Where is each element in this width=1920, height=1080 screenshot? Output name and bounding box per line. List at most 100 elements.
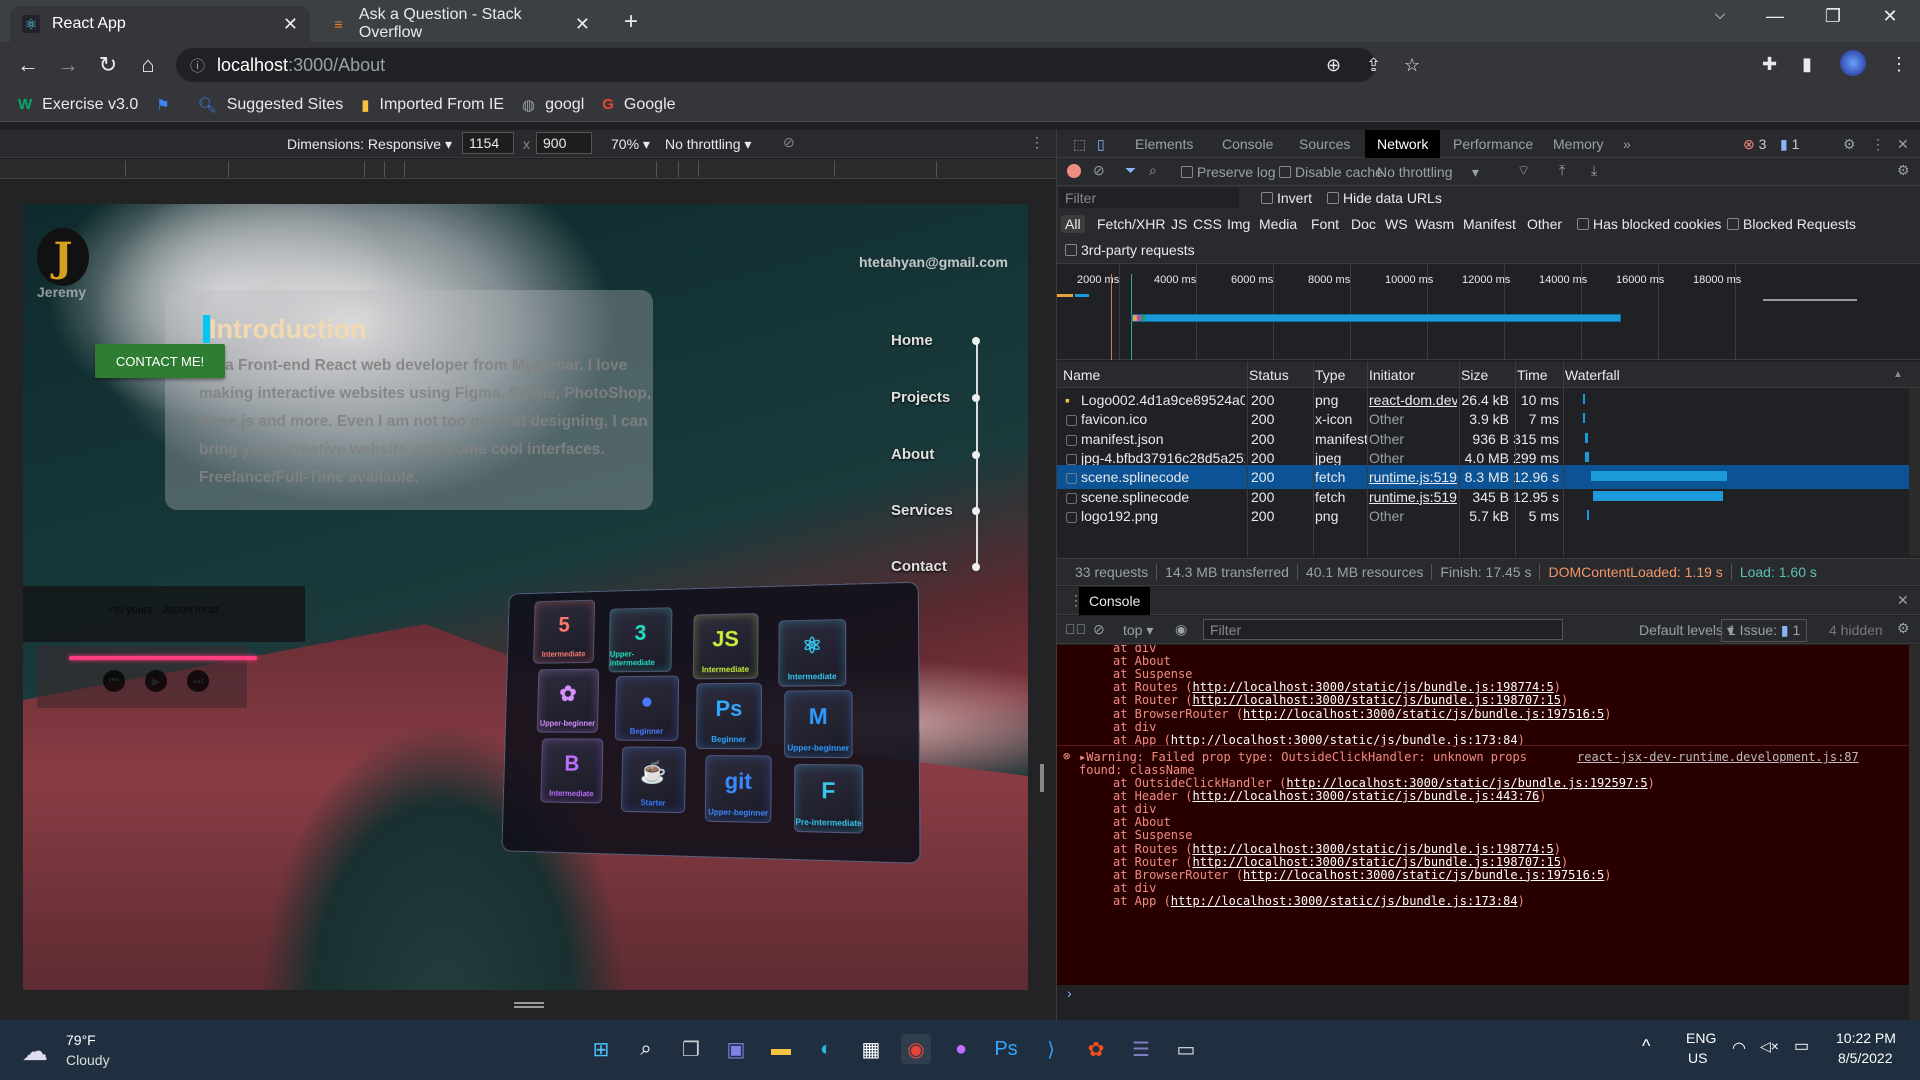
device-menu-icon[interactable]: ⋮ — [1030, 134, 1044, 151]
table-row[interactable]: ▢ logo192.png 200 png Other 5.7 kB 5 ms — [1057, 504, 1909, 528]
network-overview-timeline[interactable]: 2000 ms 4000 ms 6000 ms 8000 ms 10000 ms 1200… — [1057, 264, 1920, 360]
bookmark-star-icon[interactable]: ☆ — [1404, 55, 1420, 76]
skill-tile[interactable]: ☕ Starter — [620, 746, 686, 814]
invert-checkbox[interactable]: Invert — [1261, 190, 1312, 206]
profile-avatar[interactable] — [1840, 50, 1866, 76]
stack-frame-link[interactable]: http://localhost:3000/static/js/bundle.j… — [1192, 789, 1539, 803]
console-prompt[interactable]: › — [1057, 985, 1909, 1020]
chrome-taskbar-icon[interactable]: ◉ — [901, 1034, 931, 1064]
column-divider[interactable] — [1367, 362, 1368, 556]
figma-taskbar-icon[interactable]: ✿ — [1081, 1034, 1111, 1064]
bookmark-flag[interactable]: ⚑ — [156, 96, 179, 114]
skill-tile[interactable]: JS Intermediate — [692, 612, 759, 680]
col-type[interactable]: Type — [1315, 367, 1345, 383]
vscode-taskbar-icon[interactable]: ⟩ — [1036, 1034, 1066, 1064]
warning-source-link[interactable]: react-jsx-dev-runtime.development.js:87 — [1577, 750, 1859, 764]
forward-button[interactable]: → — [54, 52, 82, 78]
type-doc[interactable]: Doc — [1351, 216, 1376, 232]
type-wasm[interactable]: Wasm — [1415, 216, 1454, 232]
filter-icon[interactable]: ⏷ — [1125, 162, 1136, 179]
prev-track-button[interactable]: ⏮ — [103, 670, 125, 692]
stack-frame-link[interactable]: http://localhost:3000/static/js/bundle.j… — [1286, 776, 1647, 790]
language-2[interactable]: US — [1688, 1050, 1707, 1066]
console-filter-input[interactable]: Filter — [1203, 619, 1563, 640]
record-button[interactable] — [1067, 164, 1081, 178]
nav-dot[interactable] — [972, 451, 980, 459]
side-panel-icon[interactable]: ▮ — [1802, 54, 1812, 75]
share-icon[interactable]: ⇪ — [1366, 55, 1381, 76]
live-expression-icon[interactable]: ◉ — [1175, 621, 1187, 638]
terminal-taskbar-icon[interactable]: ▭ — [1171, 1034, 1201, 1064]
type-media[interactable]: Media — [1259, 216, 1297, 232]
network-settings-icon[interactable]: ⚙ — [1897, 162, 1910, 179]
column-divider[interactable] — [1515, 362, 1516, 556]
skill-tile[interactable]: Ps Beginner — [695, 682, 763, 750]
clock-date[interactable]: 8/5/2022 — [1838, 1050, 1893, 1066]
language-1[interactable]: ENG — [1686, 1030, 1716, 1046]
stack-frame-link[interactable]: http://localhost:3000/static/js/bundle.j… — [1192, 855, 1560, 869]
nav-about[interactable]: About — [891, 446, 934, 463]
console-scrollbar[interactable] — [1909, 645, 1920, 1020]
bookmark-imported-from-ie[interactable]: ▮ Imported From IE — [361, 96, 504, 114]
context-dropdown[interactable]: top ▾ — [1123, 622, 1153, 639]
media-query-ruler[interactable] — [0, 159, 1056, 179]
viewport-resize-handle[interactable] — [514, 1002, 544, 1008]
address-bar[interactable]: ⓘ localhost:3000/About ⊕ ⇪ ☆ — [176, 48, 1420, 82]
bookmark-exercise[interactable]: W Exercise v3.0 — [18, 96, 138, 114]
spline-taskbar-icon[interactable]: ● — [946, 1034, 976, 1064]
nav-services[interactable]: Services — [891, 502, 953, 519]
start-taskbar-icon[interactable]: ⊞ — [586, 1034, 616, 1064]
stack-frame-link[interactable]: http://localhost:3000/static/js/bundle.j… — [1192, 842, 1553, 856]
request-initiator[interactable]: runtime.js:5192 — [1369, 489, 1457, 505]
nav-contact[interactable]: Contact — [891, 558, 947, 575]
drawer-tab-console[interactable]: Console — [1079, 587, 1151, 615]
nav-dot[interactable] — [972, 394, 980, 402]
skill-tile[interactable]: git Upper-beginner — [704, 755, 772, 824]
nav-dot[interactable] — [972, 337, 980, 345]
email-link[interactable]: htetahyan@gmail.com — [859, 254, 1008, 270]
nav-dot[interactable] — [972, 563, 980, 571]
settings-icon[interactable]: ⚙ — [1835, 130, 1864, 158]
store-taskbar-icon[interactable]: ▦ — [856, 1034, 886, 1064]
skill-tile[interactable]: M Upper-beginner — [784, 690, 853, 759]
tab-console[interactable]: Console — [1214, 130, 1281, 158]
skill-tile[interactable]: 3 Upper-intermediate — [608, 607, 673, 673]
reload-button[interactable]: ↻ — [94, 52, 122, 78]
restore-button[interactable]: ❐ — [1813, 6, 1853, 27]
stack-frame-link[interactable]: http://localhost:3000/static/js/bundle.j… — [1243, 707, 1604, 721]
new-tab-button[interactable]: + — [624, 8, 638, 36]
zoom-dropdown[interactable]: 70% ▾ — [611, 136, 650, 153]
type-css[interactable]: CSS — [1193, 216, 1222, 232]
close-tab-icon[interactable]: ✕ — [283, 14, 298, 35]
contact-me-button[interactable]: CONTACT ME! — [95, 344, 225, 378]
stack-frame-link[interactable]: http://localhost:3000/static/js/bundle.j… — [1192, 680, 1553, 694]
network-throttling-dropdown[interactable]: No throttling ▾ — [1377, 164, 1479, 181]
skill-tile[interactable]: ✿ Upper-beginner — [536, 668, 600, 733]
tab-stack-overflow[interactable]: ≡ Ask a Question - Stack Overflow ✕ — [318, 6, 602, 42]
minimize-button[interactable]: — — [1755, 6, 1795, 27]
tab-performance[interactable]: Performance — [1445, 130, 1541, 158]
export-har-icon[interactable]: ⤓ — [1591, 162, 1597, 179]
play-button[interactable]: ▶ — [145, 670, 167, 692]
back-button[interactable]: ← — [14, 52, 42, 78]
clear-icon[interactable]: ⊘ — [1093, 162, 1105, 179]
width-input[interactable]: 1154 — [462, 132, 514, 154]
column-divider[interactable] — [1313, 362, 1314, 556]
log-levels-dropdown[interactable]: Default levels ▾ — [1639, 622, 1734, 639]
eclipse-taskbar-icon[interactable]: ☰ — [1126, 1034, 1156, 1064]
wifi-icon[interactable]: ◠ — [1732, 1038, 1746, 1058]
issues-button[interactable]: 1 Issue: ▮ 1 — [1721, 619, 1808, 642]
third-party-checkbox[interactable]: 3rd-party requests — [1065, 242, 1195, 258]
stack-frame-link[interactable]: http://localhost:3000/static/js/bundle.j… — [1192, 693, 1560, 707]
tab-memory[interactable]: Memory — [1545, 130, 1612, 158]
nav-home[interactable]: Home — [891, 332, 933, 349]
bookmark-google[interactable]: G Google — [602, 96, 675, 114]
height-input[interactable]: 900 — [536, 132, 592, 154]
volume-muted-icon[interactable]: ◁× — [1760, 1038, 1779, 1055]
blocked-requests-checkbox[interactable]: Blocked Requests — [1727, 216, 1856, 232]
request-initiator[interactable]: react-dom.deve... — [1369, 392, 1457, 408]
close-devtools-icon[interactable]: ✕ — [1889, 130, 1917, 158]
tab-network[interactable]: Network — [1365, 130, 1441, 158]
throttling-dropdown[interactable]: No throttling ▾ — [665, 136, 751, 153]
bookmark-suggested-sites[interactable]: 🔍︎ Suggested Sites — [198, 96, 344, 114]
